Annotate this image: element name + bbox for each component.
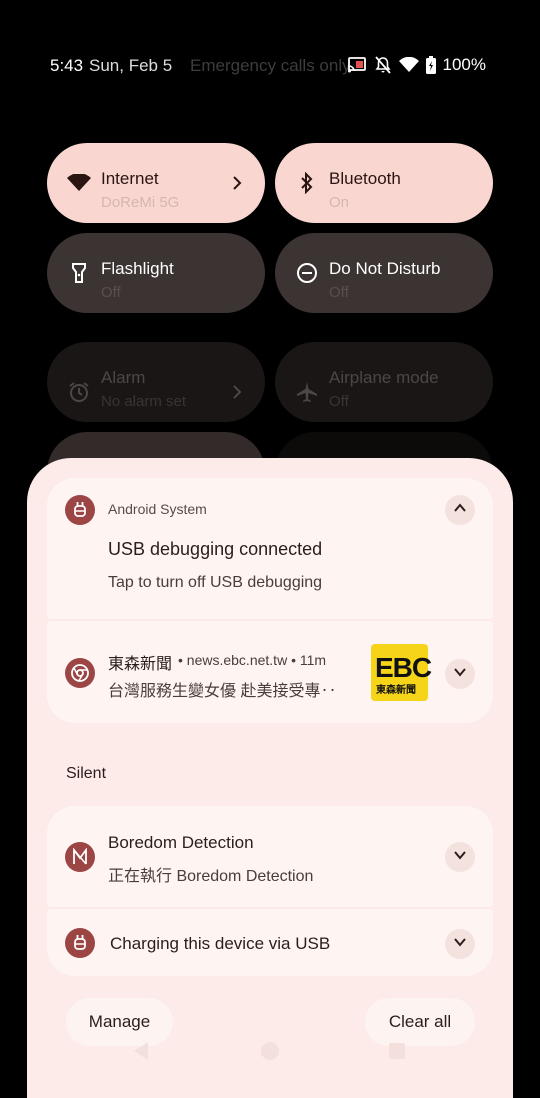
tile-label: Airplane mode [329, 368, 439, 387]
status-time: 5:43 [50, 56, 84, 75]
chevron-up-icon [452, 500, 468, 521]
bell-off-icon [373, 55, 393, 75]
notification-boredom-detection[interactable]: Boredom Detection 正在執行 Boredom Detection [47, 806, 493, 907]
bluetooth-icon [295, 171, 319, 195]
notification-title: Charging this device via USB [110, 934, 331, 953]
tile-airplane-mode[interactable]: Airplane mode Off [275, 342, 493, 422]
nav-recents-icon[interactable] [388, 1042, 406, 1060]
nav-back-icon[interactable] [130, 1040, 152, 1062]
section-header-silent: Silent [66, 765, 107, 782]
tile-bluetooth[interactable]: Bluetooth On [275, 143, 493, 223]
android-system-icon [65, 928, 95, 958]
tile-sub: Off [101, 284, 121, 301]
thumbnail-logo-text: EBC [375, 652, 432, 683]
news-text: 台灣服務生變女優 赴美接受專‥ [108, 683, 337, 700]
notification-app-name: Android System [108, 501, 207, 517]
tile-sub: Off [329, 284, 349, 301]
chrome-icon [65, 658, 95, 688]
tile-sub: No alarm set [101, 393, 187, 410]
boredom-app-icon [65, 842, 95, 872]
battery-percent: 100% [442, 55, 486, 74]
chevron-right-icon [227, 173, 247, 193]
airplane-icon [295, 380, 319, 404]
chevron-down-icon [452, 664, 468, 685]
notification-text: Tap to turn off USB debugging [108, 574, 323, 591]
news-thumbnail: EBC 東森新聞 [371, 644, 432, 701]
tile-flashlight[interactable]: Flashlight Off [47, 233, 265, 313]
tile-label: Internet [101, 169, 159, 188]
notification-charging[interactable]: Charging this device via USB [47, 909, 493, 976]
chevron-down-icon [452, 934, 468, 955]
expand-button[interactable] [445, 659, 475, 689]
tile-do-not-disturb[interactable]: Do Not Disturb Off [275, 233, 493, 313]
tile-label: Flashlight [101, 259, 174, 278]
notification-title: Boredom Detection [108, 833, 254, 852]
tile-alarm[interactable]: Alarm No alarm set [47, 342, 265, 422]
alarm-icon [67, 380, 91, 404]
clear-all-button[interactable]: Clear all [365, 998, 475, 1046]
manage-button[interactable]: Manage [66, 998, 173, 1046]
news-meta: • news.ebc.net.tw • 11m [178, 652, 327, 668]
carrier-text: Emergency calls only [190, 56, 351, 75]
battery-icon [425, 55, 437, 75]
tile-internet[interactable]: Internet DoReMi 5G [47, 143, 265, 223]
android-system-icon [65, 495, 95, 525]
wifi-icon [67, 171, 91, 195]
news-source: 東森新聞 [108, 656, 173, 673]
flashlight-icon [67, 261, 91, 285]
tile-sub: On [329, 194, 350, 211]
tile-label: Bluetooth [329, 169, 401, 188]
nav-home-icon[interactable] [260, 1041, 280, 1061]
collapse-button[interactable] [445, 495, 475, 525]
notification-title: USB debugging connected [108, 539, 323, 559]
tile-sub: DoReMi 5G [101, 194, 180, 211]
status-date: Sun, Feb 5 [89, 56, 173, 75]
expand-button[interactable] [445, 929, 475, 959]
do-not-disturb-icon [295, 261, 319, 285]
tile-label: Do Not Disturb [329, 259, 441, 278]
wifi-icon [398, 55, 419, 75]
chevron-right-icon [227, 382, 247, 402]
tile-sub: Off [329, 393, 349, 410]
status-bar: 5:43 Sun, Feb 5 Emergency calls only 100… [0, 0, 540, 130]
cast-icon [347, 55, 367, 75]
status-icons: 100% [347, 54, 486, 76]
thumbnail-caption: 東森新聞 [376, 685, 416, 696]
expand-button[interactable] [445, 842, 475, 872]
tile-label: Alarm [101, 368, 146, 387]
notification-text: 正在執行 Boredom Detection [108, 868, 314, 885]
notification-usb-debugging[interactable]: Android System USB debugging connected T… [47, 478, 493, 619]
chevron-down-icon [452, 847, 468, 868]
